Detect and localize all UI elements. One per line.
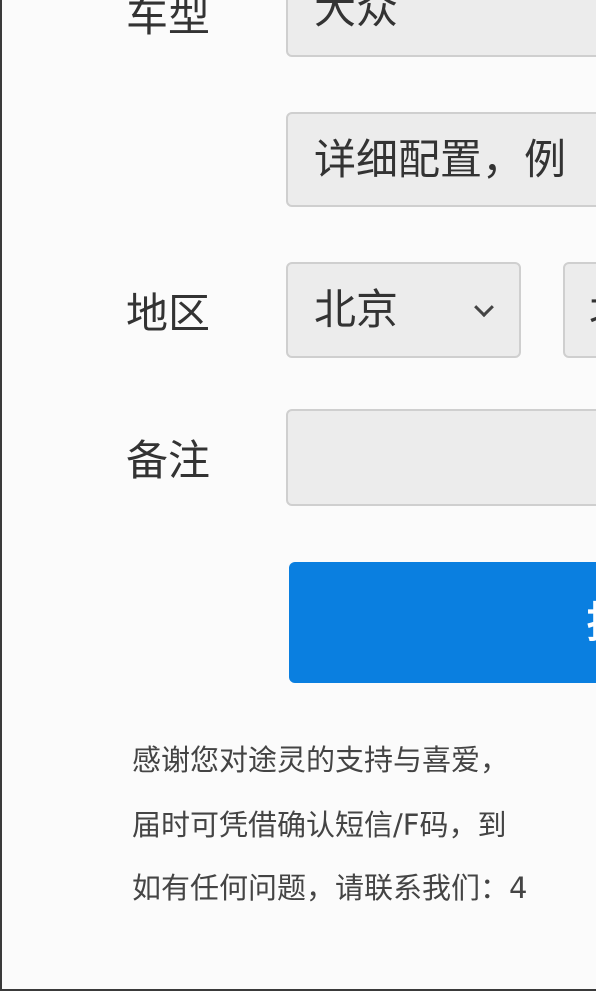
car-model-input[interactable]: 大众 [286, 0, 596, 57]
notice-line-3: 如有任何问题，请联系我们：4 [132, 871, 528, 905]
config-detail-placeholder: 详细配置，例 [314, 134, 567, 184]
remark-label: 备注 [126, 436, 211, 485]
remark-input[interactable] [286, 409, 596, 506]
chevron-down-icon [474, 297, 494, 318]
city-value: 北 [589, 289, 596, 331]
submit-button-label: 提 [587, 562, 596, 683]
car-model-value: 大众 [314, 0, 399, 33]
notice-line-1: 感谢您对途灵的支持与喜爱， [132, 743, 510, 777]
config-detail-input[interactable]: 详细配置，例 [286, 112, 596, 207]
province-value: 北京 [314, 285, 399, 334]
order-form-panel: 车型 大众 详细配置，例 地区 北京 北 备注 提 感谢您对途灵的支持与喜爱， … [0, 0, 596, 991]
city-select[interactable]: 北 [563, 262, 596, 358]
submit-button[interactable]: 提 [289, 562, 596, 683]
car-model-label: 车型 [126, 0, 211, 41]
region-label: 地区 [126, 289, 211, 338]
province-select[interactable]: 北京 [286, 262, 521, 358]
notice-line-2: 届时可凭借确认短信/F码，到 [132, 808, 507, 842]
